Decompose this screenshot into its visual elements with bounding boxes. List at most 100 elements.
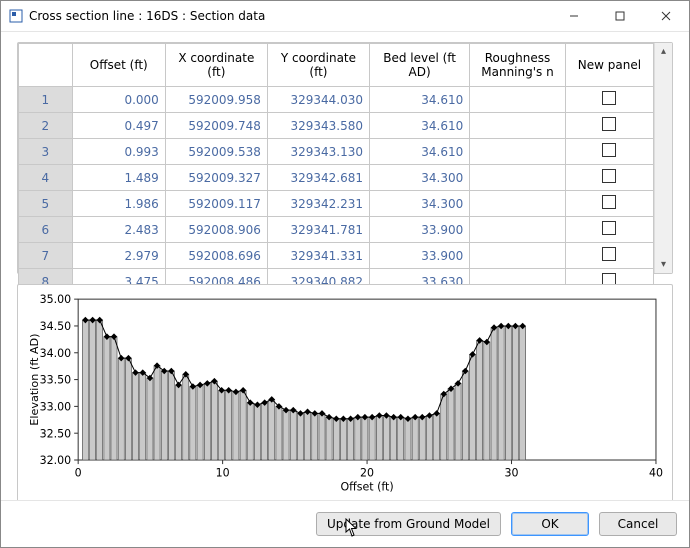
- header-offset[interactable]: Offset (ft): [72, 44, 165, 87]
- cell-offset[interactable]: 2.979: [72, 243, 165, 269]
- checkbox-icon[interactable]: [602, 247, 616, 261]
- cell-bed[interactable]: 34.610: [369, 139, 469, 165]
- cell-new-panel[interactable]: [565, 113, 653, 139]
- row-index[interactable]: 5: [19, 191, 73, 217]
- cell-new-panel[interactable]: [565, 191, 653, 217]
- cell-new-panel[interactable]: [565, 165, 653, 191]
- cell-bed[interactable]: 34.300: [369, 191, 469, 217]
- table-row[interactable]: 20.497592009.748329343.58034.610: [19, 113, 654, 139]
- cell-roughness[interactable]: [470, 87, 565, 113]
- cell-bed[interactable]: 34.610: [369, 87, 469, 113]
- header-x[interactable]: X coordinate (ft): [165, 44, 267, 87]
- cell-y[interactable]: 329343.130: [267, 139, 369, 165]
- scroll-down-icon[interactable]: ▾: [655, 256, 672, 273]
- cell-roughness[interactable]: [470, 191, 565, 217]
- row-index[interactable]: 2: [19, 113, 73, 139]
- header-new-panel[interactable]: New panel: [565, 44, 653, 87]
- svg-text:Offset (ft): Offset (ft): [340, 480, 393, 493]
- cell-roughness[interactable]: [470, 113, 565, 139]
- cell-x[interactable]: 592009.538: [165, 139, 267, 165]
- cell-y[interactable]: 329343.580: [267, 113, 369, 139]
- cell-y[interactable]: 329341.331: [267, 243, 369, 269]
- maximize-button[interactable]: [597, 1, 643, 31]
- checkbox-icon[interactable]: [602, 169, 616, 183]
- cell-roughness[interactable]: [470, 217, 565, 243]
- update-from-ground-model-button[interactable]: Update from Ground Model: [316, 512, 501, 536]
- section-chart-wrap: 32.0032.5033.0033.5034.0034.5035.0001020…: [17, 284, 673, 500]
- table-row[interactable]: 51.986592009.117329342.23134.300: [19, 191, 654, 217]
- row-index[interactable]: 4: [19, 165, 73, 191]
- svg-text:34.50: 34.50: [40, 320, 72, 333]
- cell-y[interactable]: 329341.781: [267, 217, 369, 243]
- window-buttons: [551, 1, 689, 31]
- section-table-wrap: Offset (ft) X coordinate (ft) Y coordina…: [17, 42, 673, 274]
- cell-bed[interactable]: 33.900: [369, 217, 469, 243]
- scroll-up-icon[interactable]: ▴: [655, 43, 672, 60]
- dialog-window: Cross section line : 16DS : Section data…: [0, 0, 690, 548]
- checkbox-icon[interactable]: [602, 221, 616, 235]
- cell-offset[interactable]: 0.000: [72, 87, 165, 113]
- svg-text:40: 40: [649, 466, 663, 479]
- table-row[interactable]: 10.000592009.958329344.03034.610: [19, 87, 654, 113]
- checkbox-icon[interactable]: [602, 143, 616, 157]
- cell-roughness[interactable]: [470, 243, 565, 269]
- cell-new-panel[interactable]: [565, 217, 653, 243]
- table-row[interactable]: 62.483592008.906329341.78133.900: [19, 217, 654, 243]
- cell-y[interactable]: 329342.681: [267, 165, 369, 191]
- header-y[interactable]: Y coordinate (ft): [267, 44, 369, 87]
- checkbox-icon[interactable]: [602, 195, 616, 209]
- cell-offset[interactable]: 0.993: [72, 139, 165, 165]
- header-blank: [19, 44, 73, 87]
- svg-text:30: 30: [505, 466, 519, 479]
- checkbox-icon[interactable]: [602, 91, 616, 105]
- cell-new-panel[interactable]: [565, 139, 653, 165]
- row-index[interactable]: 1: [19, 87, 73, 113]
- svg-text:32.00: 32.00: [40, 454, 72, 467]
- cell-roughness[interactable]: [470, 165, 565, 191]
- cell-y[interactable]: 329344.030: [267, 87, 369, 113]
- svg-text:33.50: 33.50: [40, 374, 72, 387]
- cell-offset[interactable]: 2.483: [72, 217, 165, 243]
- cell-x[interactable]: 592009.327: [165, 165, 267, 191]
- cancel-button[interactable]: Cancel: [599, 512, 677, 536]
- header-roughness[interactable]: Roughness Manning's n: [470, 44, 565, 87]
- table-row[interactable]: 72.979592008.696329341.33133.900: [19, 243, 654, 269]
- cell-offset[interactable]: 1.986: [72, 191, 165, 217]
- cell-x[interactable]: 592009.958: [165, 87, 267, 113]
- app-icon: [9, 9, 23, 23]
- ok-button[interactable]: OK: [511, 512, 589, 536]
- checkbox-icon[interactable]: [602, 117, 616, 131]
- section-chart: 32.0032.5033.0033.5034.0034.5035.0001020…: [24, 291, 666, 495]
- row-index[interactable]: 7: [19, 243, 73, 269]
- cell-bed[interactable]: 34.610: [369, 113, 469, 139]
- cell-bed[interactable]: 34.300: [369, 165, 469, 191]
- svg-text:35.00: 35.00: [40, 293, 72, 306]
- header-bed[interactable]: Bed level (ft AD): [369, 44, 469, 87]
- row-index[interactable]: 6: [19, 217, 73, 243]
- cell-new-panel[interactable]: [565, 243, 653, 269]
- cell-offset[interactable]: 0.497: [72, 113, 165, 139]
- cell-x[interactable]: 592009.748: [165, 113, 267, 139]
- cell-bed[interactable]: 33.900: [369, 243, 469, 269]
- cell-x[interactable]: 592008.906: [165, 217, 267, 243]
- window-title: Cross section line : 16DS : Section data: [29, 9, 551, 23]
- cell-new-panel[interactable]: [565, 87, 653, 113]
- close-button[interactable]: [643, 1, 689, 31]
- cell-offset[interactable]: 1.489: [72, 165, 165, 191]
- table-scrollbar[interactable]: ▴ ▾: [654, 43, 672, 273]
- svg-text:10: 10: [216, 466, 230, 479]
- cell-x[interactable]: 592008.696: [165, 243, 267, 269]
- row-index[interactable]: 3: [19, 139, 73, 165]
- titlebar: Cross section line : 16DS : Section data: [1, 1, 689, 32]
- svg-text:34.00: 34.00: [40, 347, 72, 360]
- svg-text:0: 0: [75, 466, 82, 479]
- table-row[interactable]: 41.489592009.327329342.68134.300: [19, 165, 654, 191]
- svg-text:Elevation (ft AD): Elevation (ft AD): [28, 333, 41, 425]
- minimize-button[interactable]: [551, 1, 597, 31]
- svg-text:20: 20: [360, 466, 374, 479]
- cell-y[interactable]: 329342.231: [267, 191, 369, 217]
- cell-x[interactable]: 592009.117: [165, 191, 267, 217]
- cell-roughness[interactable]: [470, 139, 565, 165]
- svg-text:33.00: 33.00: [40, 400, 72, 413]
- table-row[interactable]: 30.993592009.538329343.13034.610: [19, 139, 654, 165]
